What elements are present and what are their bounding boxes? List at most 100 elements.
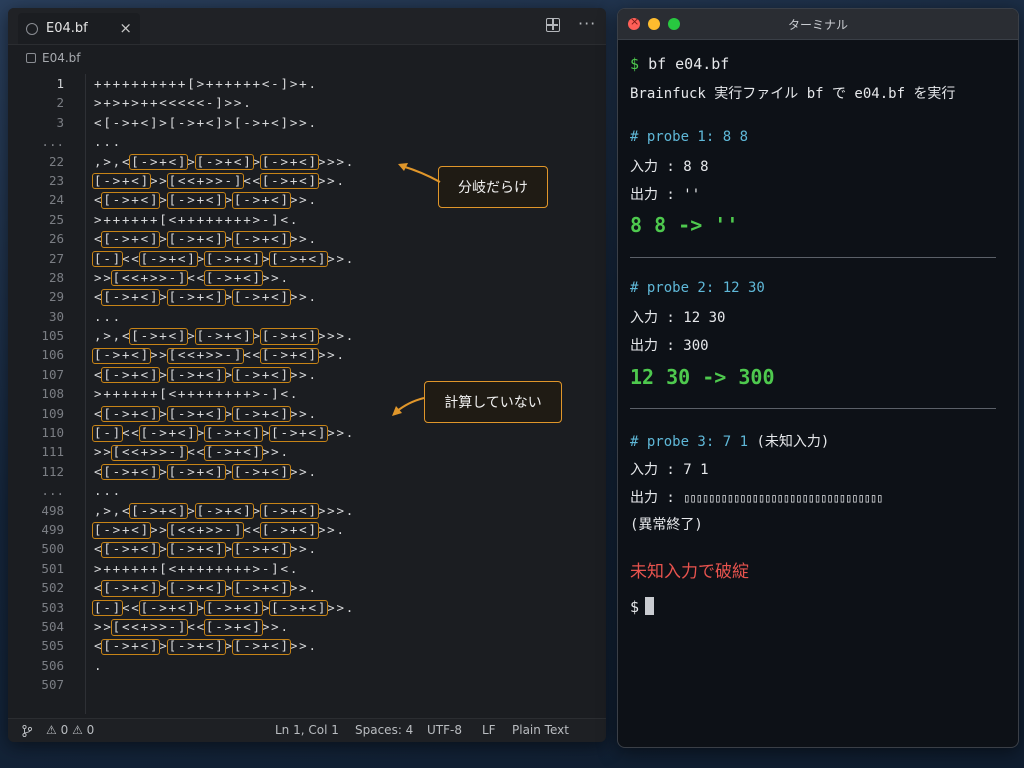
encoding-setting[interactable]: UTF-8 bbox=[427, 723, 462, 737]
callout-no-calculation-text: 計算していない bbox=[444, 395, 542, 411]
line-number: 27 bbox=[48, 250, 64, 266]
line-number: 25 bbox=[48, 211, 64, 227]
code-editor: E04.bf × ··· E04.bf 1 ++++++++++[>++++++<… bbox=[8, 8, 606, 742]
final-prompt: $ bbox=[630, 598, 640, 616]
line-number: 505 bbox=[41, 638, 64, 654]
callout-branching-text: 分岐だらけ bbox=[458, 180, 528, 196]
split-editor-icon[interactable] bbox=[546, 18, 560, 32]
problems-indicator[interactable]: ⚠ 0 ⚠ 0 bbox=[46, 723, 94, 737]
probe-2-input: 入力 : 12 30 bbox=[630, 310, 726, 326]
terminal-cursor bbox=[645, 597, 655, 615]
line-number: 507 bbox=[41, 677, 64, 693]
code-line[interactable]: 500 <[->+<]>[->+<]>[->+<]>>. bbox=[8, 539, 606, 558]
probe-3-input: 入力 : 7 1 bbox=[630, 462, 709, 478]
code-line[interactable]: 505 <[->+<]>[->+<]>[->+<]>>. bbox=[8, 636, 606, 655]
line-number: 499 bbox=[41, 521, 64, 537]
language-mode[interactable]: Plain Text bbox=[512, 723, 569, 737]
probe-2-header: # probe 2: 12 30 bbox=[630, 280, 765, 296]
source-control-icon[interactable] bbox=[22, 725, 32, 737]
probe-1-output: 出力 : '' bbox=[630, 187, 701, 203]
line-text: >++++++[<++++++++>-]<. bbox=[94, 211, 300, 227]
status-bar: ⚠ 0 ⚠ 0 Ln 1, Col 1 Spaces: 4 UTF-8 LF P… bbox=[8, 718, 606, 742]
code-line[interactable]: 499 [->+<]>>[<<+>>-]<<[->+<]>>. bbox=[8, 520, 606, 539]
line-text: ++++++++++[>++++++<-]>+. bbox=[94, 76, 318, 91]
final-prompt-line[interactable]: $ bbox=[630, 597, 655, 616]
breadcrumb-file: E04.bf bbox=[42, 51, 81, 65]
cursor-position[interactable]: Ln 1, Col 1 bbox=[275, 723, 339, 737]
line-number: 106 bbox=[41, 347, 64, 363]
separator bbox=[630, 408, 996, 409]
code-line[interactable]: 503 [-]<<[->+<]>[->+<]>[->+<]>>. bbox=[8, 598, 606, 617]
code-line[interactable]: 504 >>[<<+>>-]<<[->+<]>>. bbox=[8, 617, 606, 636]
indentation-setting[interactable]: Spaces: 4 bbox=[355, 723, 413, 737]
line-number: 112 bbox=[41, 463, 64, 479]
code-line[interactable]: 27 [-]<<[->+<]>[->+<]>[->+<]>>. bbox=[8, 249, 606, 268]
code-line[interactable]: 30... bbox=[8, 307, 606, 326]
code-line[interactable]: 507 bbox=[8, 675, 606, 694]
error-count: 0 bbox=[60, 723, 69, 737]
code-line[interactable]: 502 <[->+<]>[->+<]>[->+<]>>. bbox=[8, 578, 606, 597]
line-text: [->+<]>>[<<+>>-]<<[->+<]>>. bbox=[94, 172, 346, 188]
prompt: $ bbox=[630, 55, 640, 73]
code-line[interactable]: 105 ,>,<[->+<]>[->+<]>[->+<]>>>. bbox=[8, 326, 606, 345]
line-text: >++++++[<++++++++>-]<. bbox=[94, 386, 300, 402]
code-line[interactable]: 506. bbox=[8, 656, 606, 675]
eol-setting[interactable]: LF bbox=[482, 723, 496, 737]
line-number: 502 bbox=[41, 580, 64, 596]
tab-e04-bf[interactable]: E04.bf × bbox=[18, 13, 140, 44]
line-number: 105 bbox=[41, 328, 64, 344]
probe-3-output-garbage: ▯▯▯▯▯▯▯▯▯▯▯▯▯▯▯▯▯▯▯▯▯▯▯▯▯▯▯▯▯▯▯▯ bbox=[683, 491, 883, 505]
code-line[interactable]: 110 [-]<<[->+<]>[->+<]>[->+<]>>. bbox=[8, 423, 606, 442]
line-number: 2 bbox=[56, 95, 64, 111]
more-actions-icon[interactable]: ··· bbox=[578, 14, 596, 33]
file-icon bbox=[26, 22, 38, 35]
probe-2-output: 出力 : 300 bbox=[630, 338, 709, 354]
breadcrumb[interactable]: E04.bf bbox=[26, 49, 81, 67]
line-text: >++++++[<++++++++>-]<. bbox=[94, 560, 300, 576]
tab-bar: E04.bf × ··· bbox=[8, 8, 606, 45]
code-line[interactable]: 112 <[->+<]>[->+<]>[->+<]>>. bbox=[8, 462, 606, 481]
code-line[interactable]: 501 >++++++[<++++++++>-]<. bbox=[8, 559, 606, 578]
probe-3-header: # probe 3: 7 1 bbox=[630, 434, 749, 450]
code-line[interactable]: 3 <[->+<]>[->+<]>[->+<]>>. bbox=[8, 113, 606, 132]
code-line[interactable]: 2 >+>+>++<<<<<-]>>. bbox=[8, 93, 606, 112]
code-line[interactable]: 1 ++++++++++[>++++++<-]>+. bbox=[8, 74, 606, 93]
line-number: 504 bbox=[41, 618, 64, 634]
probe-3-header-line: # probe 3: 7 1 (未知入力) bbox=[630, 431, 829, 451]
line-number: 1 bbox=[56, 76, 64, 91]
line-text: >>[<<+>>-]<<[->+<]>>. bbox=[94, 618, 290, 634]
code-line[interactable]: ...... bbox=[8, 481, 606, 500]
failure-note: 未知入力で破綻 bbox=[630, 562, 749, 582]
line-number: 30 bbox=[48, 308, 64, 324]
line-text: <[->+<]>[->+<]>[->+<]>>. bbox=[94, 231, 318, 247]
line-text: ... bbox=[94, 134, 122, 150]
line-number: 500 bbox=[41, 541, 64, 557]
line-text: ... bbox=[94, 308, 122, 324]
line-text: . bbox=[94, 657, 104, 673]
command-description: Brainfuck 実行ファイル bf で e04.bf を実行 bbox=[630, 86, 956, 102]
file-icon bbox=[26, 53, 36, 63]
line-number: ... bbox=[41, 134, 64, 150]
line-text: [-]<<[->+<]>[->+<]>[->+<]>>. bbox=[94, 425, 356, 441]
code-line[interactable]: 29 <[->+<]>[->+<]>[->+<]>>. bbox=[8, 287, 606, 306]
code-line[interactable]: 25 >++++++[<++++++++>-]<. bbox=[8, 210, 606, 229]
line-number: 24 bbox=[48, 192, 64, 208]
line-text: >>[<<+>>-]<<[->+<]>>. bbox=[94, 269, 290, 285]
terminal-titlebar: ターミナル bbox=[618, 9, 1018, 40]
code-line[interactable]: 111 >>[<<+>>-]<<[->+<]>>. bbox=[8, 442, 606, 461]
code-line[interactable]: 106 [->+<]>>[<<+>>-]<<[->+<]>>. bbox=[8, 345, 606, 364]
line-text: ,>,<[->+<]>[->+<]>[->+<]>>>. bbox=[94, 328, 356, 344]
line-number: ... bbox=[41, 483, 64, 499]
code-line[interactable]: 28 >>[<<+>>-]<<[->+<]>>. bbox=[8, 268, 606, 287]
close-icon[interactable]: × bbox=[119, 19, 132, 37]
command-line: $ bf e04.bf bbox=[630, 55, 729, 73]
line-text: <[->+<]>[->+<]>[->+<]>>. bbox=[94, 366, 318, 382]
line-text: [-]<<[->+<]>[->+<]>[->+<]>>. bbox=[94, 250, 356, 266]
probe-2-result: 12 30 -> 300 bbox=[630, 365, 775, 389]
probe-3-output-label: 出力 : bbox=[630, 490, 675, 506]
code-line[interactable]: ...... bbox=[8, 132, 606, 151]
code-line[interactable]: 26 <[->+<]>[->+<]>[->+<]>>. bbox=[8, 229, 606, 248]
code-line[interactable]: 498 ,>,<[->+<]>[->+<]>[->+<]>>>. bbox=[8, 501, 606, 520]
line-text: <[->+<]>[->+<]>[->+<]>>. bbox=[94, 405, 318, 421]
line-number: 506 bbox=[41, 657, 64, 673]
